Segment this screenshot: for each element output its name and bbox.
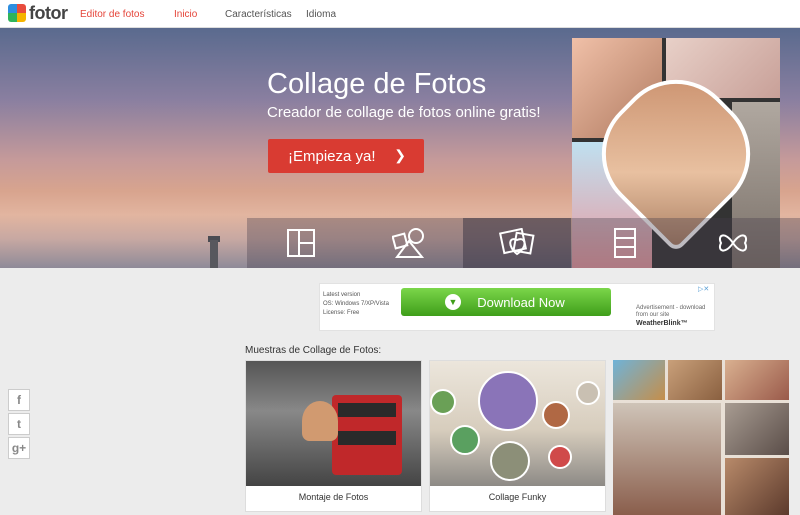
twitter-icon: t [17, 417, 21, 431]
top-navigation: fotor Editor de fotos Inicio Característ… [0, 0, 800, 28]
hero-subtitle: Creador de collage de fotos online grati… [267, 104, 541, 121]
sample-card-funky[interactable]: Collage Funky [429, 360, 606, 512]
facebook-share-button[interactable]: f [8, 389, 30, 411]
google-plus-share-button[interactable]: g+ [8, 437, 30, 459]
samples-heading: Muestras de Collage de Fotos: [245, 345, 382, 356]
layout-grid-button[interactable] [247, 218, 355, 268]
fotor-logo[interactable]: fotor [8, 3, 68, 23]
google-plus-icon: g+ [11, 441, 27, 455]
shapes-layout-icon [392, 228, 425, 258]
hero-title: Collage de Fotos [267, 68, 487, 100]
ad-close-icon[interactable]: ▷✕ [698, 285, 709, 293]
layout-hearts-button[interactable] [463, 218, 571, 268]
funky-sample-image [430, 361, 605, 486]
fotor-logo-icon [8, 4, 26, 22]
chevron-right-icon: ❯ [394, 147, 406, 163]
start-button[interactable]: ¡Empieza ya! ❯ [268, 139, 424, 173]
ad-brand: WeatherBlink™ [636, 320, 688, 327]
nav-idioma[interactable]: Idioma [306, 9, 336, 20]
lighthouse-image [210, 240, 218, 268]
stacked-layout-icon [614, 228, 636, 258]
sample-card-grid[interactable] [613, 360, 789, 515]
ad-disclaimer: Advertisement - download from our site [636, 305, 706, 318]
logo-text: fotor [29, 3, 68, 23]
nav-caracteristicas[interactable]: Características [225, 9, 292, 20]
advertisement-banner[interactable]: Latest version OS: Windows 7/XP/Vista Li… [319, 283, 715, 331]
sample-card-montaje[interactable]: Montaje de Fotos [245, 360, 422, 512]
ad-info: Latest version OS: Windows 7/XP/Vista Li… [323, 292, 389, 316]
nav-inicio[interactable]: Inicio [174, 9, 197, 20]
facebook-icon: f [17, 393, 21, 407]
butterfly-layout-icon [719, 234, 747, 252]
layout-stacked-button[interactable] [571, 218, 679, 268]
grid-layout-icon [287, 229, 315, 257]
montaje-sample-image [246, 361, 421, 486]
start-button-label: ¡Empieza ya! [288, 147, 376, 165]
hearts-layout-icon [499, 228, 535, 256]
layout-shapes-button[interactable] [355, 218, 463, 268]
ad-download-button[interactable]: ▼ Download Now [401, 288, 611, 316]
layout-selector [247, 218, 800, 268]
hero-banner: Collage de Fotos Creador de collage de f… [0, 28, 800, 268]
download-arrow-icon: ▼ [445, 294, 461, 310]
card-caption: Collage Funky [488, 492, 547, 502]
layout-butterfly-button[interactable] [679, 218, 787, 268]
card-caption: Montaje de Fotos [298, 492, 369, 502]
twitter-share-button[interactable]: t [8, 413, 30, 435]
brand-subtitle[interactable]: Editor de fotos [80, 9, 144, 20]
ad-download-label: Download Now [477, 294, 565, 310]
